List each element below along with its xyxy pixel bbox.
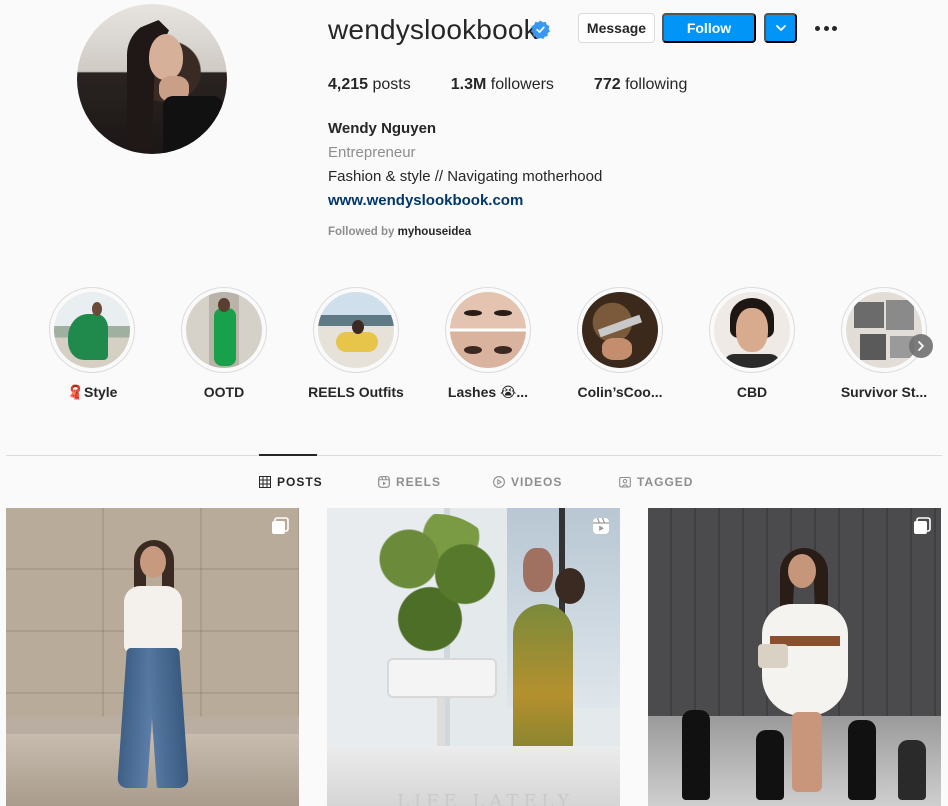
profile-bio: Fashion & style // Navigating motherhood — [328, 168, 603, 185]
verified-badge-icon — [531, 20, 550, 39]
highlight-style[interactable]: 🧣Style — [26, 287, 158, 401]
followed-by-prefix: Followed by — [328, 226, 395, 238]
stat-value: 4,215 — [328, 76, 369, 93]
post-image-head — [555, 568, 585, 604]
stat-following[interactable]: 772 following — [594, 76, 687, 94]
stat-posts: 4,215 posts — [328, 76, 411, 94]
stat-followers[interactable]: 1.3M followers — [451, 76, 554, 94]
highlight-cover-ring — [181, 287, 267, 373]
tag-icon — [619, 476, 631, 488]
stat-label: followers — [490, 76, 554, 93]
stat-value: 1.3M — [450, 76, 487, 93]
highlight-cover-image — [582, 292, 658, 368]
tab-label: REELS — [396, 475, 442, 489]
play-icon — [493, 476, 505, 488]
highlight-cover-image — [318, 292, 394, 368]
post-image-floor — [6, 734, 299, 806]
highlights-next-button[interactable] — [909, 334, 933, 358]
tab-label: TAGGED — [637, 475, 694, 489]
follow-button[interactable]: Follow — [662, 13, 756, 43]
highlight-lashes[interactable]: Lashes 😭... — [422, 287, 554, 401]
highlight-cover-image — [714, 292, 790, 368]
highlight-cover-image — [54, 292, 130, 368]
tabs-divider — [6, 455, 942, 456]
profile-website-link[interactable]: www.wendyslookbook.com — [328, 192, 523, 209]
highlight-cover-ring — [577, 287, 663, 373]
more-dot-icon — [832, 25, 837, 31]
post-thumbnail[interactable] — [648, 508, 941, 806]
avatar-face — [149, 34, 183, 80]
post-thumbnail[interactable] — [6, 508, 299, 806]
reels-icon — [593, 517, 609, 534]
highlight-cover-image — [450, 292, 526, 368]
post-image-head — [140, 546, 166, 578]
post-image-chess-piece — [682, 710, 710, 800]
active-tab-indicator — [259, 454, 317, 456]
post-image-baby — [523, 548, 553, 592]
highlight-label: Survivor St... — [840, 384, 928, 400]
tab-tagged[interactable]: TAGGED — [619, 475, 693, 489]
highlight-label: CBD — [736, 384, 768, 400]
stat-label: following — [625, 76, 688, 93]
chevron-right-icon — [918, 341, 924, 351]
tab-label: VIDEOS — [511, 475, 563, 489]
tab-reels[interactable]: REELS — [378, 475, 441, 489]
more-options-button[interactable] — [812, 18, 840, 38]
suggested-accounts-button[interactable] — [764, 13, 797, 43]
highlight-cover-image — [186, 292, 262, 368]
highlight-cover-ring — [709, 287, 795, 373]
post-image-crib — [387, 658, 497, 698]
highlight-colins-cooking[interactable]: Colin’sCoo... — [554, 287, 686, 400]
post-image-shirt — [124, 586, 182, 652]
highlight-cbd[interactable]: CBD — [686, 287, 818, 400]
followed-by-user: myhouseidea — [397, 226, 472, 238]
highlight-label: OOTD — [203, 384, 245, 400]
grid-icon — [259, 476, 271, 488]
post-image-plant — [367, 514, 507, 664]
profile-full-name: Wendy Nguyen — [328, 120, 437, 137]
tab-posts[interactable]: POSTS — [259, 475, 323, 489]
more-dot-icon — [823, 25, 829, 31]
avatar-sleeve — [163, 96, 223, 154]
more-dot-icon — [815, 25, 820, 31]
post-caption-overlay: LIFE LATELY — [397, 791, 575, 806]
chevron-down-icon — [775, 25, 786, 31]
reels-icon — [378, 476, 390, 488]
tab-label: POSTS — [277, 475, 323, 489]
post-image-bag — [758, 644, 788, 668]
highlight-label: REELS Outfits — [308, 384, 404, 400]
post-image-chess-piece — [898, 740, 926, 800]
highlight-cover-ring — [49, 287, 135, 373]
post-image-chess-piece — [848, 720, 876, 800]
post-thumbnail[interactable]: LIFE LATELY — [327, 508, 620, 806]
highlight-label: Colin’sCoo... — [577, 384, 663, 400]
post-image-chess-piece — [756, 730, 784, 800]
highlight-reels-outfits[interactable]: REELS Outfits — [290, 287, 422, 400]
profile-stats: 4,215 posts 1.3M followers 772 following — [328, 76, 727, 94]
tab-videos[interactable]: VIDEOS — [493, 475, 562, 489]
profile-username: wendyslookbook — [328, 14, 538, 45]
stat-value: 772 — [593, 76, 621, 93]
highlight-cover-ring — [841, 287, 927, 373]
post-image-head — [788, 554, 816, 588]
profile-avatar[interactable] — [77, 4, 227, 154]
highlight-label: Lashes 😭... — [447, 384, 529, 400]
carousel-icon — [914, 517, 931, 534]
profile-category: Entrepreneur — [328, 144, 416, 161]
post-image-legs — [792, 712, 822, 792]
highlight-cover-ring — [445, 287, 531, 373]
highlight-label: 🧣Style — [66, 384, 118, 400]
highlight-cover-ring — [313, 287, 399, 373]
stat-label: posts — [372, 76, 411, 93]
highlight-ootd[interactable]: OOTD — [158, 287, 290, 400]
message-button[interactable]: Message — [578, 13, 655, 43]
highlight-cover-image — [846, 292, 922, 368]
followed-by[interactable]: Followed by myhouseidea — [328, 226, 471, 238]
carousel-icon — [272, 517, 289, 534]
